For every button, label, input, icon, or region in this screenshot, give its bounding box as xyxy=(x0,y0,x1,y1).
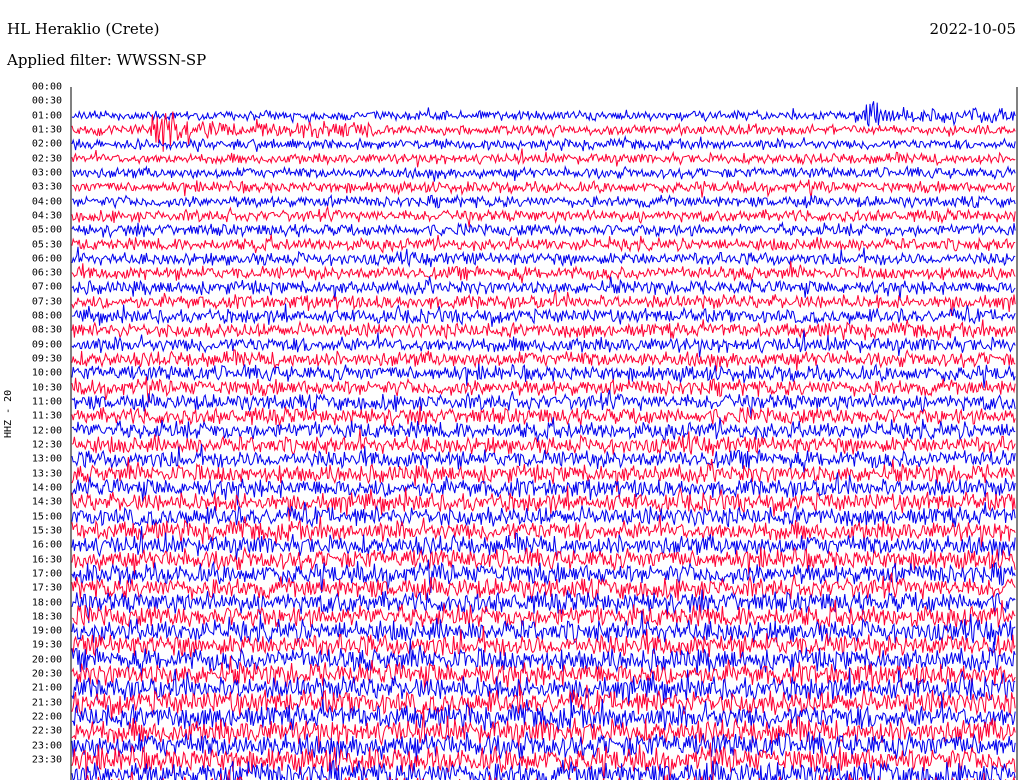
seismic-trace-row xyxy=(71,101,1016,127)
seismic-trace-row xyxy=(71,165,1016,182)
seismic-trace-row xyxy=(71,759,1016,780)
seismic-trace-row xyxy=(71,148,1016,168)
seismic-trace-row xyxy=(71,406,1016,427)
seismic-trace-row xyxy=(71,134,1016,153)
seismic-trace-row xyxy=(71,319,1016,341)
seismic-trace-row xyxy=(71,276,1016,302)
seismic-trace-row xyxy=(71,348,1016,372)
seismic-trace-row xyxy=(71,221,1016,239)
seismic-trace-row xyxy=(71,234,1016,254)
seismic-trace-row xyxy=(71,246,1016,268)
seismic-trace-row xyxy=(71,205,1016,228)
seismogram-plot xyxy=(70,87,1018,780)
seismic-trace-row xyxy=(71,501,1016,528)
seismic-trace-row xyxy=(71,193,1016,210)
seismic-trace-row xyxy=(71,260,1016,284)
traces xyxy=(71,101,1016,780)
seismic-trace-row xyxy=(71,179,1016,198)
